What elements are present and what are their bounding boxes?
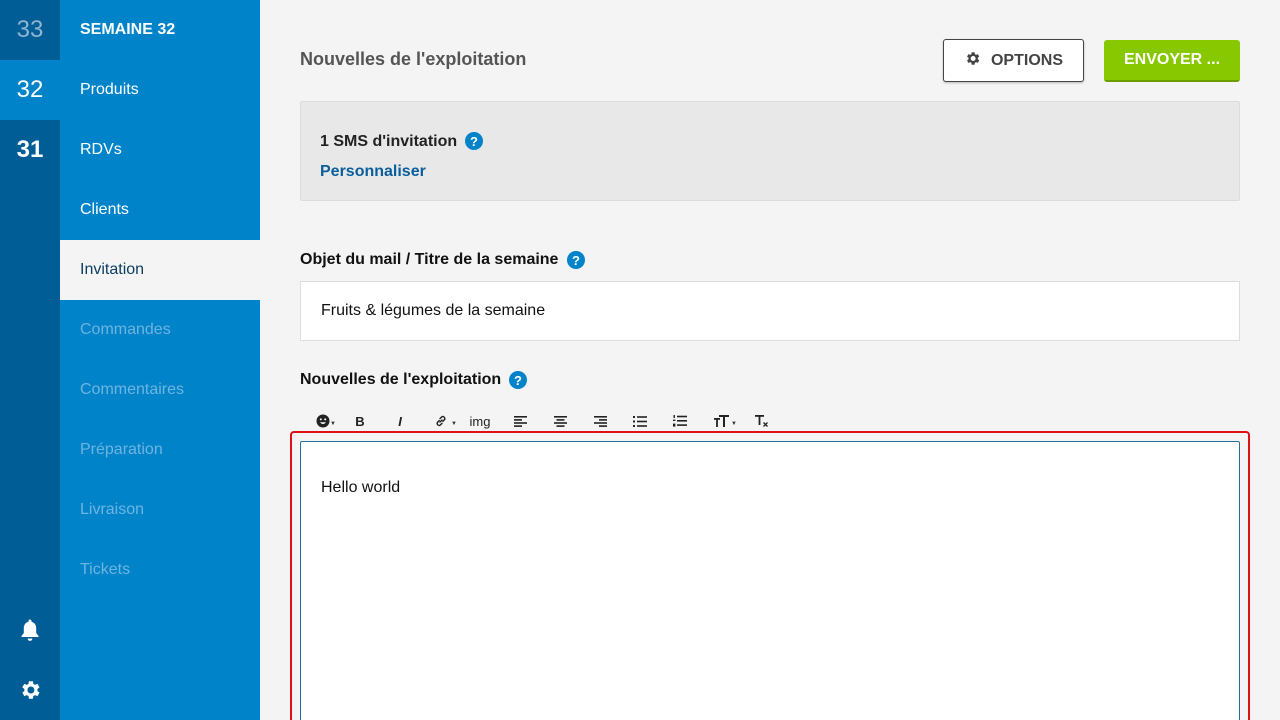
news-editor[interactable]: Hello world	[300, 441, 1240, 720]
week-31[interactable]: 31	[0, 120, 60, 180]
help-icon[interactable]: ?	[509, 371, 527, 389]
menu-item-produits[interactable]: Produits	[60, 60, 260, 120]
side-menu: SEMAINE 32 Produits RDVs Clients Invitat…	[60, 0, 260, 720]
menu-item-preparation: Préparation	[80, 441, 163, 458]
menu-item-livraison: Livraison	[80, 501, 145, 518]
week-32[interactable]: 32	[0, 60, 60, 120]
subject-input[interactable]	[300, 281, 1240, 341]
page-title: Nouvelles de l'exploitation	[300, 49, 527, 69]
menu-item-clients[interactable]: Clients	[60, 180, 260, 240]
menu-item-commandes: Commandes	[80, 321, 171, 338]
menu-week-title: SEMAINE 32	[80, 21, 176, 38]
subject-label: Objet du mail / Titre de la semaine	[300, 251, 559, 268]
news-label: Nouvelles de l'exploitation	[300, 371, 502, 388]
sms-invitation-panel: 1 SMS d'invitation ? Personnaliser	[300, 101, 1240, 201]
help-icon[interactable]: ?	[465, 132, 483, 150]
options-button-label: OPTIONS	[990, 51, 1063, 69]
sms-count-label: 1 SMS d'invitation	[320, 133, 458, 150]
personalize-link[interactable]: Personnaliser	[320, 163, 426, 181]
editor-content[interactable]: Hello world	[321, 479, 400, 497]
menu-item-commentaires: Commentaires	[80, 381, 185, 398]
week-33[interactable]: 33	[0, 0, 60, 60]
send-button[interactable]: ENVOYER ...	[1104, 40, 1240, 82]
gear-icon[interactable]	[0, 660, 60, 720]
week-rail: 33 32 31	[0, 0, 60, 720]
bell-icon[interactable]	[0, 600, 60, 660]
options-button[interactable]: OPTIONS	[943, 39, 1084, 82]
menu-item-rdvs[interactable]: RDVs	[60, 120, 260, 180]
gear-icon	[964, 50, 981, 72]
menu-item-invitation[interactable]: Invitation	[60, 240, 260, 300]
menu-item-tickets: Tickets	[80, 561, 131, 578]
help-icon[interactable]: ?	[567, 251, 585, 269]
